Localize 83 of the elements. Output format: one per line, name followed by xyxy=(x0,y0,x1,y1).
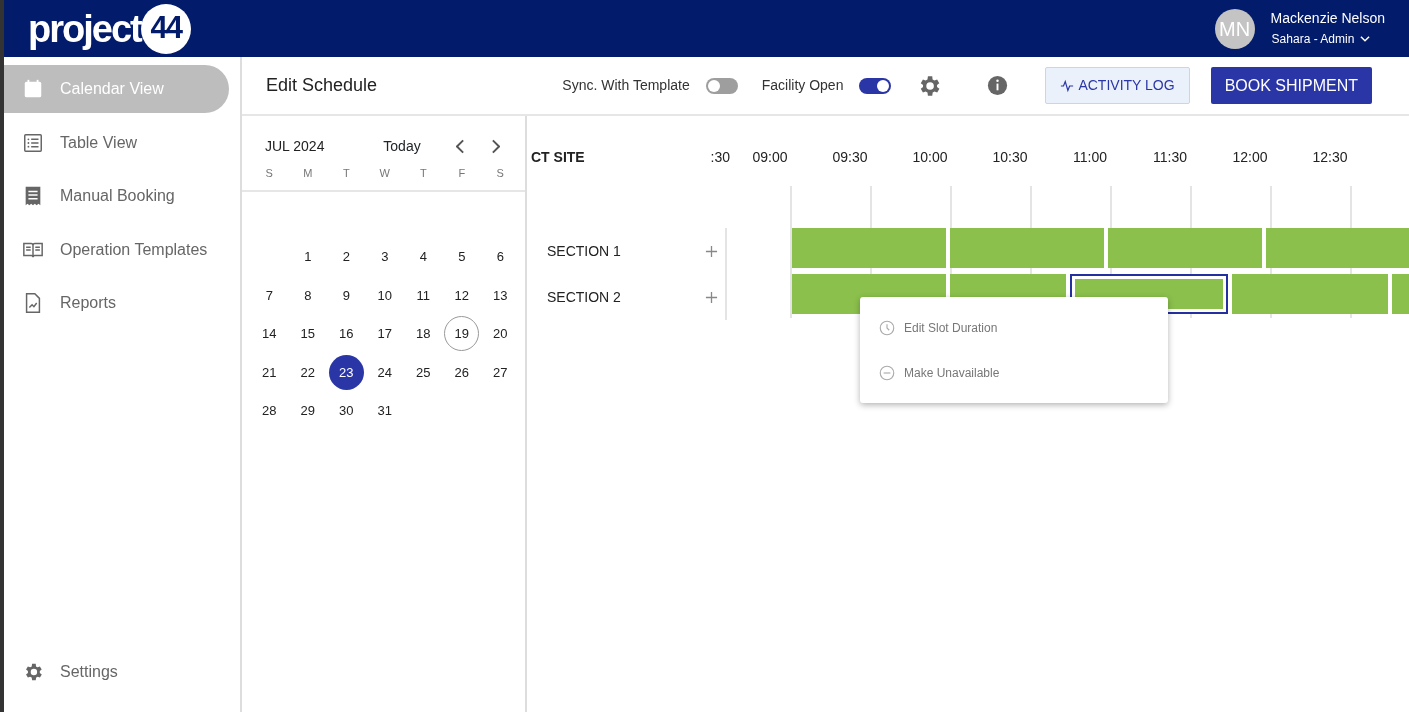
role-dropdown[interactable]: Sahara - Admin xyxy=(1270,29,1385,49)
calendar-day[interactable]: 6 xyxy=(482,239,518,275)
chevron-right-icon xyxy=(491,139,500,154)
calendar-day[interactable]: 12 xyxy=(444,277,480,313)
previous-month-button[interactable] xyxy=(456,139,465,154)
section-label: SECTION 1 xyxy=(546,241,622,261)
weekday-label: F xyxy=(457,166,467,181)
activity-log-button[interactable]: ACTIVITY LOG xyxy=(1045,67,1190,104)
plus-icon xyxy=(705,244,718,258)
calendar-day[interactable]: 14 xyxy=(251,316,287,352)
weekday-label: T xyxy=(418,166,428,181)
calendar-day[interactable]: 23 xyxy=(328,354,364,390)
calendar-day[interactable]: 28 xyxy=(251,393,287,429)
toggle-label: Sync. With Template xyxy=(562,76,690,95)
toggle-switch[interactable] xyxy=(859,77,892,94)
weekday-label: T xyxy=(341,166,351,181)
sidebar-item[interactable]: Table View xyxy=(4,118,229,167)
sidebar-item[interactable]: Reports xyxy=(4,279,229,327)
site-label: CT SITE xyxy=(530,147,586,167)
page-title: Edit Schedule xyxy=(266,74,378,97)
time-label: 10:30 xyxy=(991,147,1029,167)
toggle-label: Facility Open xyxy=(761,76,844,95)
calendar-day[interactable]: 30 xyxy=(328,393,364,429)
calendar-day[interactable]: 13 xyxy=(482,277,518,313)
calendar-day[interactable]: 1 xyxy=(290,239,326,275)
weekday-label: M xyxy=(302,166,314,181)
list-icon xyxy=(22,131,44,154)
time-label: 09:30 xyxy=(831,147,869,167)
today-button[interactable]: Today xyxy=(372,136,432,157)
info-icon xyxy=(986,74,1010,97)
calendar-day[interactable]: 24 xyxy=(367,354,403,390)
time-label: 10:00 xyxy=(911,147,949,167)
sidebar-item[interactable]: Operation Templates xyxy=(4,225,229,274)
next-month-button[interactable] xyxy=(491,139,500,154)
calendar-day[interactable]: 17 xyxy=(367,316,403,352)
logo: project 44 xyxy=(28,3,191,54)
calendar-day[interactable]: 31 xyxy=(367,393,403,429)
pulse-icon xyxy=(1060,78,1075,93)
sidebar-item[interactable]: Settings xyxy=(4,648,229,696)
calendar-day[interactable]: 25 xyxy=(405,354,441,390)
time-label: 11:00 xyxy=(1072,147,1108,167)
clock-icon xyxy=(878,318,896,337)
calendar-day[interactable]: 27 xyxy=(482,354,518,390)
time-label: 11:30 xyxy=(1152,147,1188,167)
calendar-day[interactable]: 29 xyxy=(290,393,326,429)
avatar: MN xyxy=(1214,8,1255,49)
calendar-day[interactable]: 21 xyxy=(251,354,287,390)
time-label: 09:00 xyxy=(751,147,789,167)
month-label: JUL 2024 xyxy=(265,137,326,156)
calendar-day[interactable]: 26 xyxy=(444,354,480,390)
calendar-day[interactable]: 20 xyxy=(482,316,518,352)
weekday-label: S xyxy=(264,166,274,181)
calendar-day[interactable]: 9 xyxy=(328,277,364,313)
calendar-day[interactable]: 5 xyxy=(444,239,480,275)
menu-item[interactable]: Edit Slot Duration xyxy=(860,305,1168,350)
minus-circle-icon xyxy=(878,363,896,382)
calendar-day[interactable]: 7 xyxy=(251,277,287,313)
add-button[interactable] xyxy=(705,290,718,304)
calendar-day[interactable]: 15 xyxy=(290,316,326,352)
section-label: SECTION 2 xyxy=(546,287,622,307)
calendar-day[interactable]: 2 xyxy=(328,239,364,275)
user-name: Mackenzie Nelson xyxy=(1270,9,1385,28)
calendar-day[interactable]: 11 xyxy=(405,277,441,313)
sidebar-item[interactable]: Manual Booking xyxy=(4,172,229,220)
time-label: :30 xyxy=(709,147,730,167)
plus-icon xyxy=(705,290,718,304)
calendar-day[interactable]: 22 xyxy=(290,354,326,390)
add-button[interactable] xyxy=(705,244,718,258)
time-label: 12:00 xyxy=(1231,147,1269,167)
calendar-icon xyxy=(22,78,44,100)
calendar-day[interactable]: 8 xyxy=(290,277,326,313)
toggle-switch[interactable] xyxy=(705,77,738,94)
calendar-day[interactable]: 16 xyxy=(328,316,364,352)
weekday-label: W xyxy=(378,166,391,181)
chevron-left-icon xyxy=(456,139,465,154)
calendar-day[interactable]: 18 xyxy=(405,316,441,352)
calendar-day[interactable]: 3 xyxy=(367,239,403,275)
book-shipment-button[interactable]: BOOK SHIPMENT xyxy=(1210,67,1372,104)
calendar-day[interactable]: 10 xyxy=(367,277,403,313)
menu-item[interactable]: Make Unavailable xyxy=(860,350,1168,395)
time-label: 12:30 xyxy=(1311,147,1349,167)
calendar-day[interactable]: 4 xyxy=(405,239,441,275)
weekday-label: S xyxy=(495,166,505,181)
